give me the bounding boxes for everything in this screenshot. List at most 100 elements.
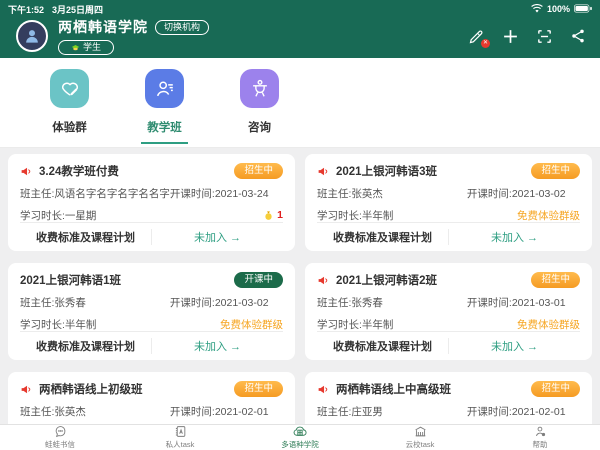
share-icon[interactable] [570,28,586,44]
megaphone-icon [20,165,33,178]
start-date-label: 开课时间:2021-02-01 [169,406,269,418]
class-title: 2021上银河韩语2班 [336,275,437,287]
teacher-label: 班主任:风语名字名字名字名名字 [20,188,170,200]
megaphone-icon [317,274,330,287]
battery-percent: 100% [546,4,570,14]
wifi-icon [531,3,543,15]
fee-plan-button[interactable]: 收费标准及课程计划 [20,338,152,354]
app-screen: 下午1:52 3月25日周四 100% 两栖韩语学院 切换机构 学生 ✕ 体验群… [0,0,600,450]
nav-item-private-task[interactable]: 私人task [120,425,240,450]
notebook-a-icon [175,426,185,437]
free-trial-link[interactable]: 免费体验群级 [220,317,283,332]
status-time: 下午1:52 [8,4,45,15]
tab-label: 体验群 [52,122,87,134]
scan-icon[interactable] [536,28,553,45]
avatar-person-icon [26,30,38,43]
join-status-button[interactable]: 未加入 → [152,229,283,245]
join-status-button[interactable]: 未加入 → [449,338,580,354]
category-tabs: 体验群 教学班 咨询 [0,58,600,148]
app-header: 两栖韩语学院 切换机构 学生 ✕ [0,18,600,58]
megaphone-icon [317,383,330,396]
nav-label: 帮助 [532,440,548,449]
nav-item-academy[interactable]: 多语种学院 [240,425,360,450]
start-date-label: 开课时间:2021-03-01 [466,297,566,309]
tab-label: 教学班 [141,119,188,144]
tab-teaching-class[interactable]: 教学班 [117,69,212,147]
nav-label: 私人task [165,440,195,449]
teacher-label: 班主任:庄亚男 [317,406,383,418]
class-card[interactable]: 2021上银河韩语1班 开课中 班主任:张秀春 开课时间:2021-03-02 … [8,263,295,360]
class-title: 3.24教学班付费 [39,166,119,178]
tab-label: 咨询 [248,122,271,134]
megaphone-icon [317,165,330,178]
status-badge: 招生中 [531,272,580,288]
status-date: 3月25日周四 [52,4,104,15]
person-edit-icon [145,69,184,108]
status-bar: 下午1:52 3月25日周四 100% [0,0,600,18]
status-badge: 招生中 [531,163,580,179]
join-status-button[interactable]: 未加入 → [152,338,283,354]
nav-label: 云校task [405,440,435,449]
teacher-label: 班主任:张英杰 [20,406,86,418]
status-badge: 招生中 [234,381,283,397]
consult-desk-icon [240,69,279,108]
battery-icon [574,4,592,15]
class-card[interactable]: 两栖韩语线上中高级班 招生中 班主任:庄亚男 开课时间:2021-02-01 学… [305,372,592,425]
fee-plan-button[interactable]: 收费标准及课程计划 [317,229,449,245]
class-card[interactable]: 2021上银河韩语3班 招生中 班主任:张英杰 开课时间:2021-03-02 … [305,154,592,251]
class-card[interactable]: 2021上银河韩语2班 招生中 班主任:张秀春 开课时间:2021-03-01 … [305,263,592,360]
role-label: 学生 [83,42,102,52]
class-card[interactable]: 3.24教学班付费 招生中 班主任:风语名字名字名字名名字 开课时间:2021-… [8,154,295,251]
switch-org-button[interactable]: 切换机构 [155,19,210,35]
class-card[interactable]: 两栖韩语线上初级班 招生中 班主任:张英杰 开课时间:2021-02-01 学习… [8,372,295,425]
class-title: 两栖韩语线上中高级班 [336,384,451,396]
teacher-label: 班主任:张秀春 [20,297,86,309]
duration-label: 学习时长:半年制 [317,209,394,222]
start-date-label: 开课时间:2021-03-02 [169,297,269,309]
class-title: 两栖韩语线上初级班 [39,384,143,396]
nav-item-help[interactable]: 帮助 [480,425,600,450]
bottom-nav: 蛙蛙书信 私人task 多语种学院 云校task 帮助 [0,424,600,450]
free-trial-link[interactable]: 免费体验群级 [517,317,580,332]
edit-disabled-badge: ✕ [481,38,490,48]
start-date-label: 开课时间:2021-03-02 [466,188,566,200]
duration-label: 学习时长:一星期 [20,209,97,222]
person-help-icon [535,426,545,437]
megaphone-icon [20,383,33,396]
avatar[interactable] [16,20,48,52]
status-badge: 招生中 [234,163,283,179]
class-title: 2021上银河韩语1班 [20,275,121,287]
nav-label: 多语种学院 [281,440,319,449]
nav-item-cloud-school-task[interactable]: 云校task [360,425,480,450]
teacher-label: 班主任:张英杰 [317,188,383,200]
role-badge: 学生 [58,40,115,55]
free-trial-link[interactable]: 免费体验群级 [517,208,580,223]
join-status-button[interactable]: 未加入 → [449,229,580,245]
chat-bubble-icon [55,426,65,438]
tab-experience-group[interactable]: 体验群 [22,69,117,147]
fee-plan-button[interactable]: 收费标准及课程计划 [317,338,449,354]
teacher-label: 班主任:张秀春 [317,297,383,309]
graduation-cap-icon [71,44,80,50]
nav-label: 蛙蛙书信 [45,440,75,449]
status-time-date: 下午1:52 3月25日周四 [8,3,111,16]
school-title: 两栖韩语学院 [58,19,148,35]
school-building-icon [414,426,426,437]
start-date-label: 开课时间:2021-02-01 [466,406,566,418]
heart-pencil-icon [50,69,89,108]
tab-consult[interactable]: 咨询 [212,69,307,147]
coin-count-value: 1 [277,209,283,221]
fee-plan-button[interactable]: 收费标准及课程计划 [20,229,152,245]
edit-pencil-icon[interactable]: ✕ [468,28,490,48]
status-badge: 招生中 [531,381,580,397]
duration-label: 学习时长:半年制 [20,318,97,331]
cloud-building-icon [293,426,307,436]
class-title: 2021上银河韩语3班 [336,166,437,178]
class-card-grid: 3.24教学班付费 招生中 班主任:风语名字名字名字名名字 开课时间:2021-… [0,148,600,425]
status-badge: 开课中 [234,272,283,288]
plus-icon[interactable] [502,28,519,45]
coin-count: 1 [263,209,283,221]
duration-label: 学习时长:半年制 [317,318,394,331]
nav-item-letters[interactable]: 蛙蛙书信 [0,425,120,450]
start-date-label: 开课时间:2021-03-24 [169,188,269,200]
